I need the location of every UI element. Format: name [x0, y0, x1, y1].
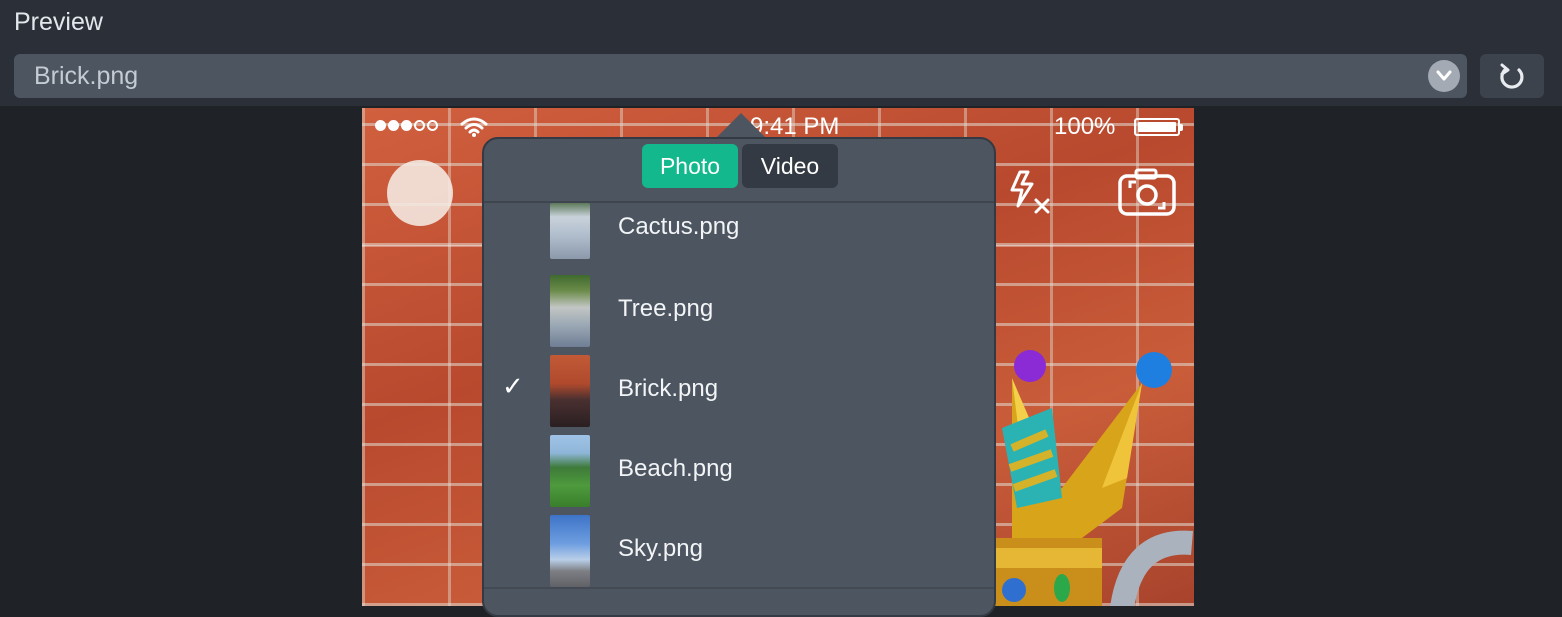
- media-picker-popover: Photo Video Cactus.png Tree.png ✓ Brick.…: [482, 137, 996, 617]
- media-type-segmented-control: Photo Video: [642, 144, 838, 188]
- file-name: Tree.png: [618, 295, 714, 322]
- file-name: Brick.png: [618, 375, 719, 402]
- capture-button[interactable]: [387, 160, 453, 226]
- file-name: Sky.png: [618, 535, 703, 562]
- wifi-icon: [460, 117, 488, 137]
- flash-off-icon[interactable]: [1008, 168, 1056, 216]
- preview-toolbar: Preview Brick.png: [0, 0, 1562, 106]
- file-select-dropdown[interactable]: Brick.png: [14, 54, 1467, 98]
- signal-strength-icon: [375, 120, 438, 131]
- list-item-tree[interactable]: Tree.png: [484, 271, 994, 351]
- tab-photo[interactable]: Photo: [642, 144, 738, 188]
- battery-icon: [1134, 118, 1183, 136]
- list-item-beach[interactable]: Beach.png: [484, 431, 994, 511]
- chevron-down-icon[interactable]: [1428, 60, 1460, 92]
- divider: [484, 587, 994, 589]
- tab-video[interactable]: Video: [742, 144, 838, 188]
- thumbnail-image: [550, 435, 590, 507]
- thumbnail-image: [550, 355, 590, 427]
- battery-percent: 100%: [1054, 113, 1116, 140]
- list-item-brick[interactable]: ✓ Brick.png: [484, 351, 994, 431]
- refresh-icon: [1500, 63, 1524, 89]
- file-name: Cactus.png: [618, 213, 740, 240]
- list-item-sky[interactable]: Sky.png: [484, 511, 994, 591]
- thumbnail-image: [550, 203, 590, 259]
- popover-arrow: [716, 113, 766, 138]
- flip-camera-icon[interactable]: [1116, 166, 1178, 218]
- file-select-value: Brick.png: [34, 62, 139, 90]
- crown-lens-graphic: [992, 350, 1193, 606]
- thumbnail-image: [550, 515, 590, 587]
- panel-title: Preview: [14, 8, 103, 36]
- thumbnail-image: [550, 275, 590, 347]
- file-name: Beach.png: [618, 455, 733, 482]
- refresh-button[interactable]: [1480, 54, 1544, 98]
- checkmark-icon: ✓: [502, 371, 524, 401]
- list-item-cactus[interactable]: Cactus.png: [484, 183, 994, 263]
